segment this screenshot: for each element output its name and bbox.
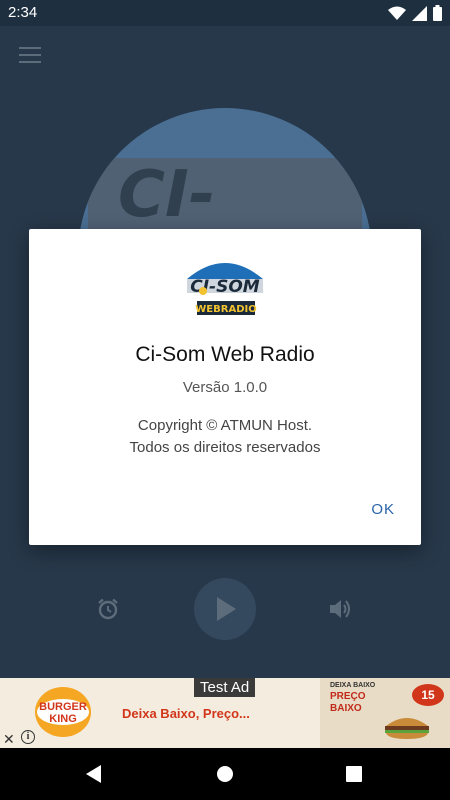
burger-image bbox=[385, 718, 429, 739]
battery-icon bbox=[433, 5, 442, 21]
about-dialog: CI-SOM WEBRADIO Ci-Som Web Radio Versão … bbox=[29, 229, 421, 545]
ad-promo-line3: BAIXO bbox=[330, 703, 362, 714]
ad-promo-line1: DEIXA BAIXO bbox=[330, 682, 376, 689]
ad-promo-line2: PREÇO bbox=[330, 691, 366, 702]
ad-info-icon[interactable]: i bbox=[21, 730, 35, 744]
ad-headline[interactable]: Deixa Baixo, Preço... bbox=[122, 706, 250, 721]
recents-icon[interactable] bbox=[346, 766, 362, 782]
play-button[interactable] bbox=[194, 578, 256, 640]
status-bar: 2:34 bbox=[0, 0, 450, 26]
ad-price-badge: 15 bbox=[412, 684, 444, 706]
copyright-line2: Todos os direitos reservados bbox=[129, 439, 321, 456]
navigation-bar bbox=[0, 748, 450, 800]
svg-text:KING: KING bbox=[49, 713, 77, 725]
dialog-logo: CI-SOM WEBRADIO bbox=[183, 249, 267, 333]
back-icon[interactable] bbox=[86, 765, 102, 783]
ad-close-icon[interactable]: ✕ bbox=[3, 731, 15, 748]
ok-button[interactable]: OK bbox=[371, 501, 395, 518]
status-time: 2:34 bbox=[8, 4, 38, 21]
test-ad-label: Test Ad bbox=[194, 678, 256, 697]
player-controls bbox=[0, 578, 450, 640]
burger-king-logo: BURGER KING bbox=[35, 687, 91, 737]
dialog-version: Versão 1.0.0 bbox=[182, 379, 268, 396]
svg-text:BURGER: BURGER bbox=[39, 701, 87, 713]
alarm-icon[interactable] bbox=[96, 597, 120, 621]
ad-banner[interactable]: BURGER KING Deixa Baixo, Preço... Test A… bbox=[0, 678, 450, 748]
menu-icon[interactable] bbox=[19, 47, 41, 65]
dialog-copyright: Copyright © ATMUN Host. Todos os direito… bbox=[29, 415, 421, 459]
copyright-line1: Copyright © ATMUN Host. bbox=[137, 417, 313, 434]
volume-icon[interactable] bbox=[328, 597, 352, 621]
ad-promo-image[interactable]: DEIXA BAIXO PREÇO BAIXO 15 bbox=[320, 678, 450, 748]
dialog-title: Ci-Som Web Radio bbox=[135, 343, 315, 366]
dialog-logo-bottom-text: WEBRADIO bbox=[195, 304, 256, 315]
signal-icon bbox=[412, 5, 427, 21]
wifi-icon bbox=[388, 6, 406, 20]
status-icons bbox=[388, 5, 442, 21]
play-icon bbox=[217, 597, 236, 621]
home-icon[interactable] bbox=[217, 766, 233, 782]
